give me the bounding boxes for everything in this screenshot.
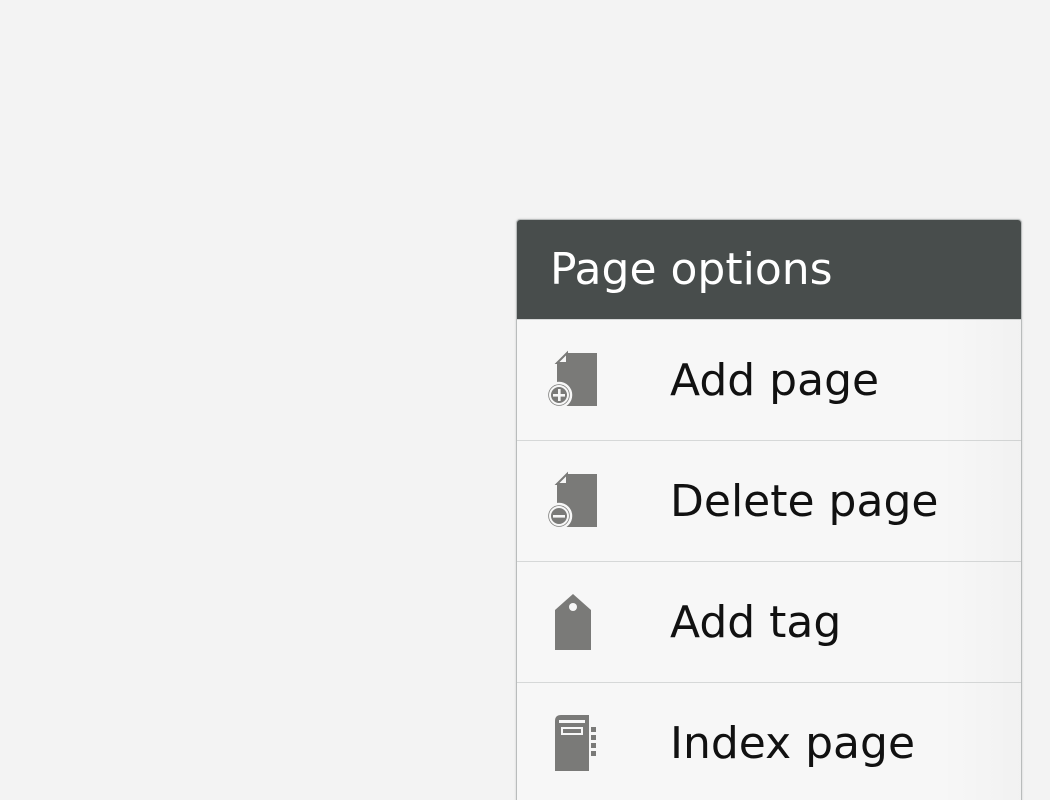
menu-item-add-tag[interactable]: Add tag [517,561,1021,682]
menu-item-label: Delete page [670,475,939,527]
menu-item-add-page[interactable]: Add page [517,319,1021,440]
menu-item-index-page[interactable]: Index page [517,682,1021,800]
menu-item-label: Add tag [670,596,842,648]
menu-item-label: Add page [670,354,880,406]
menu-item-label: Index page [670,717,916,769]
page-options-menu: Page options Add page Delete page Add ta… [516,219,1022,800]
menu-title: Page options [517,220,1021,319]
delete-page-icon [544,470,602,532]
menu-item-delete-page[interactable]: Delete page [517,440,1021,561]
add-page-icon [544,349,602,411]
index-page-icon [544,712,602,774]
app-background: Page options Add page Delete page Add ta… [0,0,1050,800]
tag-icon [544,591,602,653]
